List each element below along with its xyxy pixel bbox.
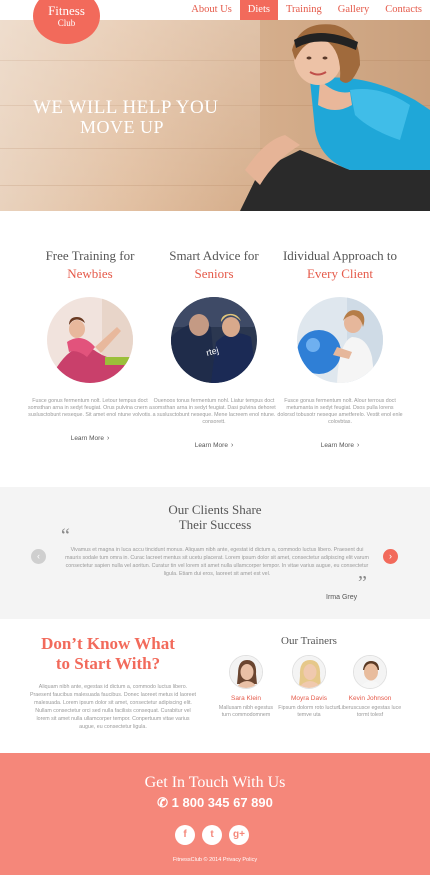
twitter-icon[interactable]: t (202, 825, 222, 845)
feature-description: Fusce gonus fermentum nolt. Letour tempu… (28, 398, 152, 418)
facebook-icon[interactable]: f (175, 825, 195, 845)
feature-description: Fusce gonus fermentum nolt. Alour terrou… (277, 398, 403, 425)
site-header: Fitness Club About Us Diets Training Gal… (0, 0, 430, 44)
learn-more-link[interactable]: Learn More › (276, 442, 404, 449)
feature-photo-newbies (47, 297, 133, 383)
trainer-description: Mallusam nibh egestus turn commodomnem (218, 705, 274, 718)
learn-more-link[interactable]: Learn More › (26, 435, 154, 442)
avatar (292, 655, 326, 689)
feature-newbies: Free Training for Newbies Fusce gonus fe… (26, 248, 154, 442)
testimonial-heading-line1: Our Clients Share (168, 502, 262, 517)
google-plus-icon[interactable]: g+ (229, 825, 249, 845)
learn-more-link[interactable]: Learn More › (150, 442, 278, 449)
feature-photo-every-client (297, 297, 383, 383)
slider-next-button[interactable]: › (383, 549, 398, 564)
feature-subtitle: Newbies (67, 266, 113, 281)
trainer-card[interactable]: Sara Klein Mallusam nibh egestus turn co… (214, 655, 278, 719)
phone-icon: ✆ (157, 795, 172, 810)
logo-line2: Club (57, 18, 76, 28)
cta-heading-line2: to Start With? (55, 654, 161, 673)
feature-subtitle: Every Client (306, 266, 374, 281)
feature-subtitle: Seniors (194, 266, 234, 281)
trainer-name: Sara Klein (231, 695, 261, 702)
testimonial-section: Our Clients Share Their Success “ Vivamu… (0, 487, 430, 619)
testimonial-author: Irma Grey (326, 594, 358, 601)
hero-banner: WE WILL HELP YOU MOVE UP (0, 20, 430, 211)
feature-photo-seniors: rtej (171, 297, 257, 383)
feature-every-client: Idividual Approach to Every Client Fusce… (276, 248, 404, 449)
chevron-right-icon: › (356, 442, 360, 449)
nav-training[interactable]: Training (278, 0, 330, 20)
feature-title: Free Training for (45, 248, 135, 263)
nav-contacts[interactable]: Contacts (377, 0, 430, 20)
footer: Get In Touch With Us ✆ 1 800 345 67 890 … (0, 753, 430, 875)
footer-phone[interactable]: ✆ 1 800 345 67 890 (0, 795, 430, 811)
trainer-card[interactable]: Kevin Johnson Liberuscusce egestas luce … (338, 655, 402, 719)
hero-woman-image (240, 24, 430, 211)
slider-prev-button[interactable]: ‹ (31, 549, 46, 564)
feature-title: Idividual Approach to (282, 248, 398, 263)
avatar (229, 655, 263, 689)
cta-heading-line1: Don’t Know What (41, 634, 175, 653)
social-links: f t g+ (175, 825, 249, 845)
hero-title-line1: WE WILL HELP YOU (33, 97, 219, 118)
quote-open-icon: “ (61, 525, 70, 547)
trainer-name: Moyra Davis (290, 695, 328, 702)
trainer-description: Liberuscusce egestas luce tormt tolesf (338, 705, 402, 718)
nav-gallery[interactable]: Gallery (330, 0, 378, 20)
logo-line1: Fitness (48, 3, 85, 18)
trainer-name: Kevin Johnson (348, 695, 392, 702)
feature-title: Smart Advice for (169, 248, 259, 263)
trainers-title: Our Trainers (281, 635, 337, 647)
trainer-card[interactable]: Moyra Davis Fipsum dolorm roto lucturt t… (277, 655, 341, 719)
hero-title-line2: MOVE UP (80, 117, 165, 137)
cta-body: Aliquam nibh ante, egestas id dictum a, … (29, 684, 197, 730)
copyright[interactable]: FitnessClub © 2014 Privacy Policy (0, 857, 430, 863)
feature-seniors: Smart Advice for Seniors rtej Ouenoos to… (150, 248, 278, 449)
avatar (353, 655, 387, 689)
trainer-description: Fipsum dolorm roto lucturt temve uta (278, 705, 340, 718)
nav-about-us[interactable]: About Us (183, 0, 240, 20)
footer-heading: Get In Touch With Us (144, 774, 286, 791)
quote-close-icon: ” (358, 572, 367, 594)
feature-description: Ouenoos tonus fermentum nohl. Liatur tem… (152, 398, 276, 425)
testimonial-body: Vivamus et magna in luca accu tincidunt … (65, 547, 369, 577)
chevron-right-icon: › (230, 442, 234, 449)
main-nav: About Us Diets Training Gallery Contacts (183, 0, 430, 20)
nav-diets[interactable]: Diets (239, 0, 278, 20)
chevron-right-icon: › (106, 435, 110, 442)
